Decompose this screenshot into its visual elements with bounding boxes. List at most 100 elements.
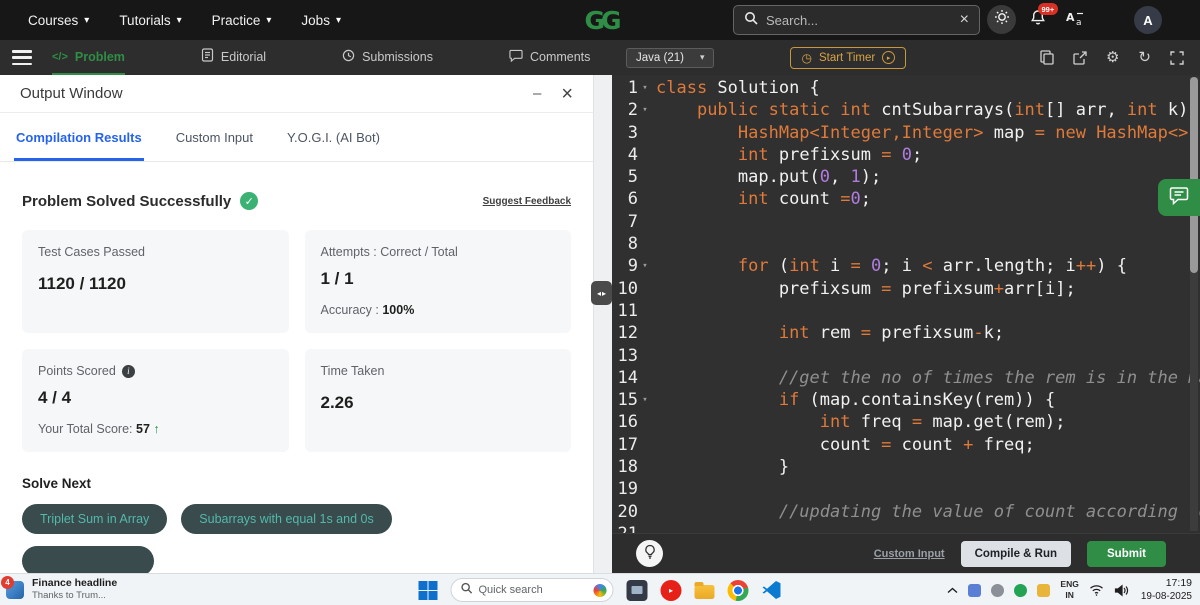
- tab-comments[interactable]: Comments: [509, 40, 590, 75]
- editor-toolbar-icons: ⚙ ↻: [1040, 50, 1184, 65]
- chevron-down-icon: ▾: [84, 14, 90, 26]
- nav-courses[interactable]: Courses ▾: [28, 13, 89, 28]
- editor-controls: Java (21) ▾ ◷ Start Timer ▸ ⚙ ↻: [612, 40, 1200, 75]
- code-line: for (int i = 0; i < arr.length; i++) {: [737, 256, 1127, 277]
- language-indicator[interactable]: ENG IN: [1060, 579, 1078, 601]
- windows-start-button[interactable]: [418, 580, 438, 600]
- chat-assistant-button[interactable]: [1158, 179, 1200, 216]
- tray-icon-1[interactable]: [968, 583, 982, 597]
- widget-badge: 4: [1, 575, 14, 589]
- nav-jobs[interactable]: Jobs ▾: [301, 13, 341, 28]
- solve-next-title: Solve Next: [22, 476, 92, 491]
- visual-search-icon[interactable]: [593, 583, 607, 597]
- clear-search-icon[interactable]: ×: [960, 12, 969, 28]
- fold-icon[interactable]: ▾: [638, 255, 652, 277]
- card-test-cases: Test Cases Passed 1120 / 1120: [22, 230, 289, 333]
- output-window: Output Window – × Compilation Results Cu…: [0, 75, 594, 573]
- output-window-title: Output Window: [20, 85, 123, 102]
- taskbar-search-placeholder: Quick search: [478, 584, 543, 596]
- theme-toggle-button[interactable]: [987, 5, 1016, 34]
- gutter-line: 9 ▾: [612, 255, 656, 277]
- nav-tutorials[interactable]: Tutorials ▾: [119, 13, 181, 28]
- scrollbar-thumb[interactable]: [1190, 77, 1198, 273]
- compile-run-button[interactable]: Compile & Run: [960, 540, 1072, 567]
- suggest-feedback-link[interactable]: Suggest Feedback: [483, 196, 571, 207]
- close-icon[interactable]: ×: [561, 84, 573, 104]
- tab-editorial[interactable]: Editorial: [201, 40, 266, 75]
- tray-icon-2[interactable]: [991, 583, 1005, 597]
- code-line: HashMap<Integer,Integer> map = new HashM…: [737, 122, 1200, 143]
- custom-input-link[interactable]: Custom Input: [874, 548, 945, 560]
- fold-icon[interactable]: ▾: [638, 77, 652, 99]
- app-icon-chrome[interactable]: [727, 579, 749, 601]
- problem-tabs: </> Problem Editorial Submissions Commen…: [52, 40, 590, 75]
- tray-chevron-up-icon[interactable]: [947, 587, 958, 594]
- app-icon-vscode[interactable]: [762, 580, 782, 600]
- code-line: map.put(0, 1);: [656, 167, 882, 188]
- tray-icon-4[interactable]: [1037, 583, 1051, 597]
- open-external-icon[interactable]: [1073, 50, 1087, 65]
- search-box[interactable]: ×: [733, 5, 980, 35]
- solve-next-chip[interactable]: Subarrays with equal 1s and 0s: [181, 504, 392, 534]
- score-up-arrow-icon: ↑: [153, 422, 160, 436]
- volume-icon[interactable]: [1114, 584, 1129, 597]
- document-icon: [201, 48, 214, 65]
- nav-practice[interactable]: Practice ▾: [212, 13, 272, 28]
- translate-button[interactable]: Aa: [1066, 10, 1084, 32]
- copy-icon[interactable]: [1040, 50, 1054, 65]
- news-widget[interactable]: 4 Finance headline Thanks to Trum...: [1, 575, 117, 602]
- hamburger-menu-icon[interactable]: [12, 50, 32, 65]
- wifi-icon[interactable]: [1089, 584, 1104, 596]
- gutter-line: 13: [617, 345, 638, 366]
- taskbar-search[interactable]: Quick search: [450, 578, 614, 602]
- gutter-line: 12: [617, 323, 638, 344]
- widget-subtitle: Thanks to Trum...: [32, 590, 106, 602]
- code-line: //updating the value of count according …: [778, 501, 1200, 522]
- result-cards: Test Cases Passed 1120 / 1120 Attempts :…: [22, 230, 571, 452]
- comment-bubble-icon: [509, 49, 523, 65]
- app-icon-youtube[interactable]: ▸: [660, 579, 682, 601]
- chevron-down-icon: ▾: [266, 14, 272, 26]
- gutter-line: 3: [627, 122, 638, 143]
- tab-problem[interactable]: </> Problem: [52, 40, 125, 75]
- windows-taskbar: 4 Finance headline Thanks to Trum... Qui…: [0, 573, 1200, 605]
- app-icon-file-explorer[interactable]: [694, 581, 715, 599]
- info-icon[interactable]: i: [121, 364, 135, 378]
- hint-bulb-button[interactable]: [636, 540, 663, 567]
- panel-divider[interactable]: ◂ ▸: [591, 75, 612, 573]
- fold-icon[interactable]: ▾: [638, 99, 652, 121]
- app-icon-monitor[interactable]: [626, 579, 648, 601]
- code-editor[interactable]: 1▾2▾3456789▾101112131415▾161718192021 cl…: [612, 75, 1200, 533]
- code-icon: </>: [52, 50, 68, 63]
- tab-custom-input[interactable]: Custom Input: [174, 116, 255, 161]
- search-input[interactable]: [766, 12, 952, 28]
- tab-yogi-ai-bot[interactable]: Y.O.G.I. (AI Bot): [285, 116, 382, 161]
- start-timer-button[interactable]: ◷ Start Timer ▸: [790, 46, 907, 69]
- gutter-line: 16: [617, 412, 638, 433]
- language-select[interactable]: Java (21) ▾: [626, 47, 715, 68]
- submit-button[interactable]: Submit: [1087, 540, 1166, 567]
- editor-scrollbar[interactable]: [1190, 77, 1198, 531]
- tab-compilation-results[interactable]: Compilation Results: [14, 116, 144, 161]
- gfg-logo[interactable]: GG: [578, 6, 624, 35]
- chat-bubble-icon: [1169, 186, 1189, 210]
- solve-next-chip[interactable]: Triplet Sum in Array: [22, 504, 168, 534]
- code-lines[interactable]: class Solution { public static int cntSu…: [656, 75, 1200, 533]
- minimize-icon[interactable]: –: [533, 85, 541, 102]
- problem-toolbar: </> Problem Editorial Submissions Commen…: [0, 40, 1200, 75]
- fullscreen-icon[interactable]: [1170, 50, 1184, 65]
- notifications-button[interactable]: 99+: [1030, 3, 1058, 31]
- tray-icon-3[interactable]: [1014, 583, 1028, 597]
- gutter-line: 18: [617, 457, 638, 478]
- gear-icon[interactable]: ⚙: [1106, 50, 1119, 65]
- solve-next-chip-clipped[interactable]: [22, 546, 154, 573]
- drag-handle-icon[interactable]: ◂ ▸: [591, 281, 612, 305]
- fold-icon[interactable]: ▾: [638, 389, 652, 411]
- stopwatch-icon: ◷: [801, 50, 812, 65]
- avatar[interactable]: A: [1134, 6, 1162, 34]
- refresh-icon[interactable]: ↻: [1138, 50, 1151, 65]
- tab-submissions[interactable]: Submissions: [342, 40, 433, 75]
- clock[interactable]: 17:19 19-08-2025: [1141, 577, 1192, 604]
